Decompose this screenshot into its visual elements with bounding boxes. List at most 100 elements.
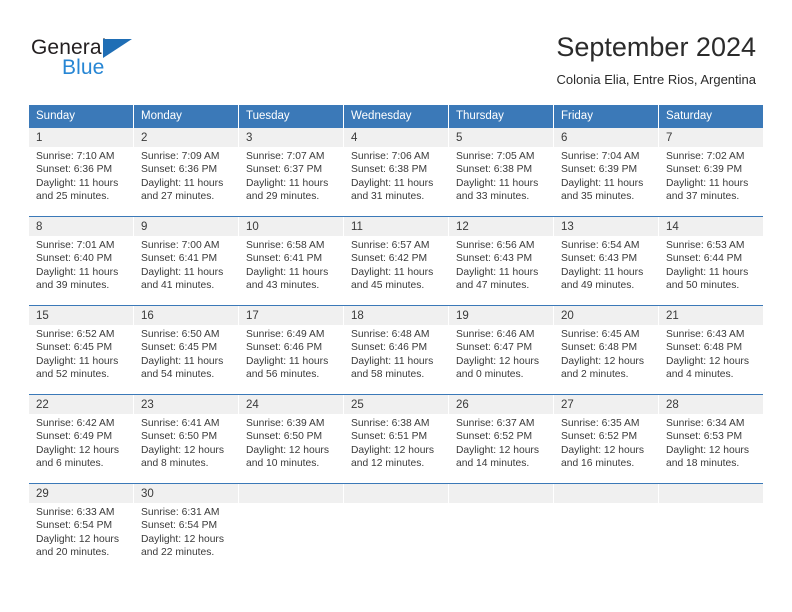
calendar-day-cell[interactable]: 23 Sunrise: 6:41 AM Sunset: 6:50 PM Dayligh…: [134, 395, 239, 483]
calendar-day-cell[interactable]: 29 Sunrise: 6:33 AM Sunset: 6:54 PM Dayligh…: [29, 484, 134, 572]
day-info-daylight1: Daylight: 11 hours: [561, 266, 644, 278]
day-info-sunrise: Sunrise: 6:38 AM: [351, 418, 430, 429]
calendar-day-cell[interactable]: 18 Sunrise: 6:48 AM Sunset: 6:46 PM Dayligh…: [344, 306, 449, 394]
triangle-icon: [103, 39, 132, 58]
day-number: 8: [36, 221, 43, 233]
day-number-band: 16: [134, 306, 238, 325]
day-number: 20: [561, 310, 574, 322]
weekday-header-saturday: Saturday: [659, 105, 763, 128]
day-info: Sunrise: 7:10 AM Sunset: 6:36 PM Daylight:…: [29, 147, 133, 204]
day-info-daylight2: and 52 minutes.: [36, 369, 110, 381]
day-number: 6: [561, 132, 568, 144]
day-number-band: [344, 484, 448, 503]
calendar-day-cell[interactable]: 1 Sunrise: 7:10 AM Sunset: 6:36 PM Daylight…: [29, 128, 134, 216]
day-info-daylight2: and 0 minutes.: [456, 369, 524, 381]
day-info-daylight2: and 20 minutes.: [36, 547, 110, 559]
day-info-sunset: Sunset: 6:45 PM: [36, 342, 113, 354]
calendar-day-cell[interactable]: 5 Sunrise: 7:05 AM Sunset: 6:38 PM Daylight…: [449, 128, 554, 216]
calendar-day-cell[interactable]: 3 Sunrise: 7:07 AM Sunset: 6:37 PM Daylight…: [239, 128, 344, 216]
calendar-day-cell[interactable]: 2 Sunrise: 7:09 AM Sunset: 6:36 PM Daylight…: [134, 128, 239, 216]
day-info-sunset: Sunset: 6:41 PM: [141, 253, 218, 265]
day-number: 4: [351, 132, 358, 144]
day-info-daylight1: Daylight: 12 hours: [666, 355, 749, 367]
calendar-day-cell[interactable]: 13 Sunrise: 6:54 AM Sunset: 6:43 PM Dayligh…: [554, 217, 659, 305]
calendar-day-cell[interactable]: 17 Sunrise: 6:49 AM Sunset: 6:46 PM Dayligh…: [239, 306, 344, 394]
day-info: Sunrise: 6:39 AM Sunset: 6:50 PM Daylight:…: [239, 414, 343, 471]
calendar-day-cell[interactable]: 8 Sunrise: 7:01 AM Sunset: 6:40 PM Daylight…: [29, 217, 134, 305]
day-number: 5: [456, 132, 463, 144]
calendar-day-cell[interactable]: 20 Sunrise: 6:45 AM Sunset: 6:48 PM Dayligh…: [554, 306, 659, 394]
calendar-day-cell[interactable]: 26 Sunrise: 6:37 AM Sunset: 6:52 PM Dayligh…: [449, 395, 554, 483]
day-number: 28: [666, 399, 679, 411]
calendar-day-cell[interactable]: 25 Sunrise: 6:38 AM Sunset: 6:51 PM Dayligh…: [344, 395, 449, 483]
day-info-daylight2: and 33 minutes.: [456, 191, 530, 203]
day-info-daylight1: Daylight: 11 hours: [36, 266, 119, 278]
calendar-day-cell[interactable]: 7 Sunrise: 7:02 AM Sunset: 6:39 PM Daylight…: [659, 128, 763, 216]
page-title: September 2024: [556, 32, 756, 62]
calendar-week-row: 1 Sunrise: 7:10 AM Sunset: 6:36 PM Daylight…: [29, 128, 763, 216]
day-number: 9: [141, 221, 148, 233]
calendar-day-cell[interactable]: 28 Sunrise: 6:34 AM Sunset: 6:53 PM Dayligh…: [659, 395, 763, 483]
calendar-day-cell[interactable]: 9 Sunrise: 7:00 AM Sunset: 6:41 PM Daylight…: [134, 217, 239, 305]
day-info-daylight1: Daylight: 12 hours: [456, 355, 539, 367]
calendar-day-cell[interactable]: 21 Sunrise: 6:43 AM Sunset: 6:48 PM Dayligh…: [659, 306, 763, 394]
calendar-day-cell[interactable]: 10 Sunrise: 6:58 AM Sunset: 6:41 PM Dayligh…: [239, 217, 344, 305]
calendar-day-cell[interactable]: 12 Sunrise: 6:56 AM Sunset: 6:43 PM Dayligh…: [449, 217, 554, 305]
day-info-daylight1: Daylight: 11 hours: [141, 177, 224, 189]
day-info: Sunrise: 6:38 AM Sunset: 6:51 PM Daylight:…: [344, 414, 448, 471]
calendar-day-cell[interactable]: 14 Sunrise: 6:53 AM Sunset: 6:44 PM Dayligh…: [659, 217, 763, 305]
brand-logo[interactable]: General Blue: [31, 36, 211, 84]
calendar-day-cell[interactable]: 6 Sunrise: 7:04 AM Sunset: 6:39 PM Daylight…: [554, 128, 659, 216]
day-info-daylight1: Daylight: 12 hours: [36, 533, 119, 545]
day-info-daylight1: Daylight: 11 hours: [456, 266, 539, 278]
day-info-daylight2: and 39 minutes.: [36, 280, 110, 292]
day-info-sunset: Sunset: 6:36 PM: [141, 164, 218, 176]
calendar-day-cell[interactable]: 24 Sunrise: 6:39 AM Sunset: 6:50 PM Dayligh…: [239, 395, 344, 483]
day-number-band: 8: [29, 217, 133, 236]
day-info: Sunrise: 6:46 AM Sunset: 6:47 PM Daylight:…: [449, 325, 553, 382]
day-number-band: 28: [659, 395, 763, 414]
day-number-band: 9: [134, 217, 238, 236]
day-number-band: 2: [134, 128, 238, 147]
day-info-sunset: Sunset: 6:46 PM: [351, 342, 428, 354]
calendar-day-cell[interactable]: 22 Sunrise: 6:42 AM Sunset: 6:49 PM Dayligh…: [29, 395, 134, 483]
calendar-day-cell[interactable]: 27 Sunrise: 6:35 AM Sunset: 6:52 PM Dayligh…: [554, 395, 659, 483]
day-info-daylight2: and 25 minutes.: [36, 191, 110, 203]
calendar-day-cell-empty: [449, 484, 554, 572]
day-info-daylight1: Daylight: 11 hours: [141, 266, 224, 278]
day-info-sunset: Sunset: 6:37 PM: [246, 164, 323, 176]
calendar-day-cell-empty: [344, 484, 449, 572]
calendar-day-cell[interactable]: 19 Sunrise: 6:46 AM Sunset: 6:47 PM Dayligh…: [449, 306, 554, 394]
day-info-daylight1: Daylight: 11 hours: [666, 266, 749, 278]
day-info: Sunrise: 6:33 AM Sunset: 6:54 PM Daylight:…: [29, 503, 133, 560]
calendar-day-cell[interactable]: 30 Sunrise: 6:31 AM Sunset: 6:54 PM Dayligh…: [134, 484, 239, 572]
day-info-sunset: Sunset: 6:38 PM: [351, 164, 428, 176]
day-info-sunrise: Sunrise: 7:00 AM: [141, 240, 220, 251]
weekday-header-sunday: Sunday: [29, 105, 134, 128]
day-info-sunrise: Sunrise: 6:41 AM: [141, 418, 220, 429]
day-number-band: [554, 484, 658, 503]
day-info-sunset: Sunset: 6:49 PM: [36, 431, 113, 443]
weekday-header-wednesday: Wednesday: [344, 105, 449, 128]
calendar-day-cell[interactable]: 16 Sunrise: 6:50 AM Sunset: 6:45 PM Dayligh…: [134, 306, 239, 394]
day-number-band: [239, 484, 343, 503]
day-info-daylight1: Daylight: 11 hours: [351, 177, 434, 189]
day-info-daylight2: and 35 minutes.: [561, 191, 635, 203]
calendar-day-cell[interactable]: 11 Sunrise: 6:57 AM Sunset: 6:42 PM Dayligh…: [344, 217, 449, 305]
day-info: Sunrise: 6:43 AM Sunset: 6:48 PM Daylight:…: [659, 325, 763, 382]
day-number-band: 3: [239, 128, 343, 147]
day-number-band: 15: [29, 306, 133, 325]
day-number-band: 26: [449, 395, 553, 414]
day-info-sunset: Sunset: 6:50 PM: [141, 431, 218, 443]
day-info-daylight1: Daylight: 12 hours: [561, 355, 644, 367]
day-info: Sunrise: 6:35 AM Sunset: 6:52 PM Daylight:…: [554, 414, 658, 471]
calendar-day-cell[interactable]: 4 Sunrise: 7:06 AM Sunset: 6:38 PM Daylight…: [344, 128, 449, 216]
day-number: 12: [456, 221, 469, 233]
day-info-daylight1: Daylight: 11 hours: [456, 177, 539, 189]
day-info-sunset: Sunset: 6:51 PM: [351, 431, 428, 443]
calendar-day-cell[interactable]: 15 Sunrise: 6:52 AM Sunset: 6:45 PM Dayligh…: [29, 306, 134, 394]
page-subtitle: Colonia Elia, Entre Rios, Argentina: [556, 72, 756, 87]
day-info-sunset: Sunset: 6:52 PM: [561, 431, 638, 443]
day-number-band: 17: [239, 306, 343, 325]
day-info-daylight2: and 18 minutes.: [666, 458, 740, 470]
